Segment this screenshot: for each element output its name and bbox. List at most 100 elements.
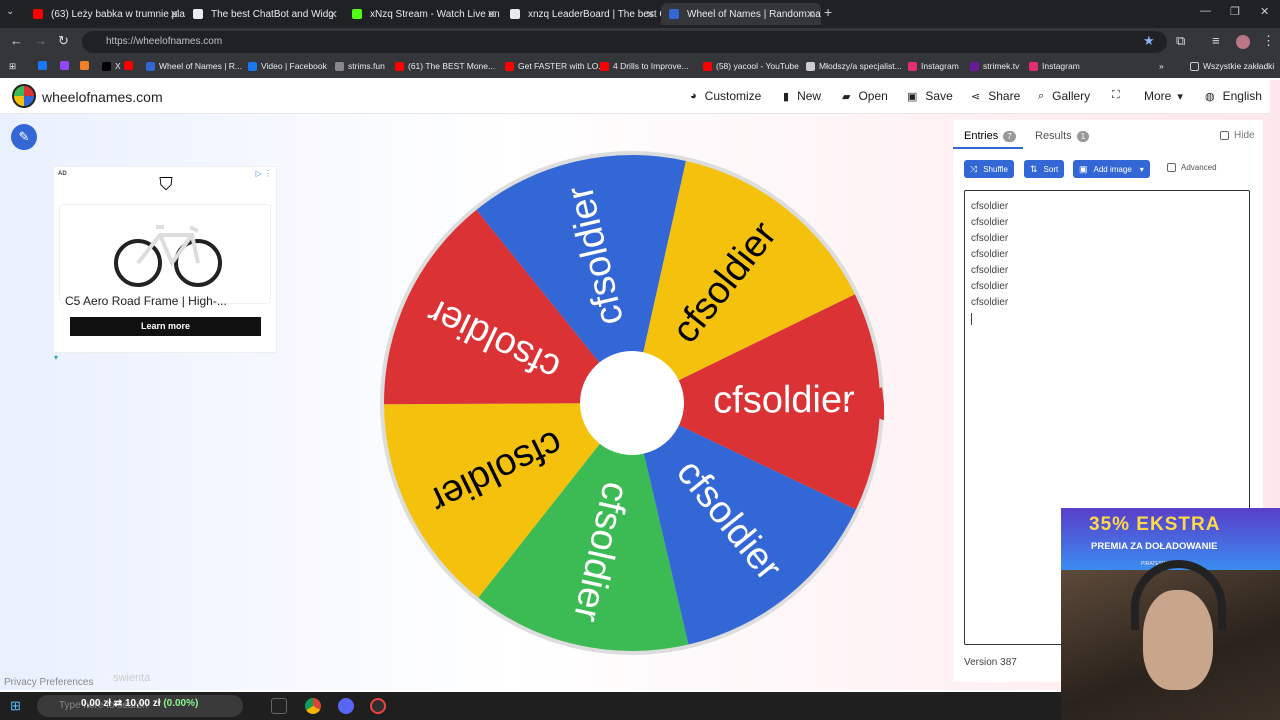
url-input[interactable]: https://wheelofnames.com <box>82 31 1167 53</box>
reload-icon[interactable]: ↻ <box>58 33 69 49</box>
close-window-icon[interactable]: ✕ <box>1260 5 1269 18</box>
minimize-icon[interactable]: — <box>1200 5 1211 17</box>
open-menu-button[interactable]: ▰ Open <box>842 89 888 103</box>
terminal-icon[interactable] <box>271 698 287 714</box>
gallery-menu-button[interactable]: ⌕ Gallery <box>1038 89 1090 103</box>
bookmark-label: strimek.tv <box>983 61 1020 71</box>
apps-icon[interactable]: ⊞ <box>9 61 16 72</box>
entry-line[interactable]: cfsoldier <box>971 215 1243 231</box>
promo-headline: 35% EKSTRA <box>1089 514 1221 535</box>
wheel-center[interactable] <box>580 351 684 455</box>
bookmark-favicon-icon <box>1029 61 1038 71</box>
tab-favicon-icon <box>669 9 679 19</box>
browser-tab[interactable]: (63) Leży babka w trumnie plac ✕ <box>25 3 185 25</box>
entry-line[interactable]: cfsoldier <box>971 231 1243 247</box>
tab-favicon-icon <box>33 9 43 19</box>
bookmark-item[interactable]: Młodszy/a specjalist... <box>806 61 902 71</box>
advanced-checkbox[interactable]: Advanced <box>1167 163 1217 172</box>
ad-choices-icon[interactable]: ▷ ⋮ <box>256 169 272 178</box>
more-menu-button[interactable]: More ▾ <box>1144 89 1183 103</box>
bookmark-favicon-icon <box>505 61 514 71</box>
sort-button[interactable]: ⇅ Sort <box>1024 160 1065 178</box>
fullscreen-button[interactable]: ⛶ <box>1112 89 1128 102</box>
browser-menu-icon[interactable]: ⋮ <box>1262 33 1275 49</box>
browser-tab[interactable]: Wheel of Names | Random nam ✕ <box>661 3 821 25</box>
bookmark-item[interactable] <box>124 61 137 70</box>
ad-banner[interactable]: AD ▷ ⋮ ⛉ C5 Aero Road Frame | High-... L… <box>53 166 277 362</box>
bookmark-item[interactable]: Video | Facebook <box>248 61 327 71</box>
save-menu-button[interactable]: ▣ Save <box>907 89 953 103</box>
bookmark-item[interactable]: Wheel of Names | R... <box>146 61 242 71</box>
wheel[interactable]: cfsoldiercfsoldiercfsoldiercfsoldiercfso… <box>380 147 884 659</box>
tab-results[interactable]: Results 1 <box>1035 130 1090 142</box>
bookmark-item[interactable]: Get FASTER with LO... <box>505 61 605 71</box>
extensions-icon[interactable]: ⧉ <box>1176 33 1185 49</box>
bookmark-item[interactable]: (58) yacool - YouTube <box>703 61 799 71</box>
all-bookmarks[interactable]: Wszystkie zakładki <box>1190 61 1274 71</box>
bookmark-star-icon[interactable]: ★ <box>1143 33 1155 49</box>
bookmark-favicon-icon <box>600 61 609 71</box>
fullscreen-icon: ⛶ <box>1112 89 1120 101</box>
close-tab-icon[interactable]: ✕ <box>170 8 179 21</box>
hide-label: Hide <box>1234 130 1255 141</box>
discord-icon[interactable] <box>338 698 354 714</box>
bookmark-item[interactable]: Instagram <box>908 61 959 71</box>
entry-line[interactable]: cfsoldier <box>971 279 1243 295</box>
taskbar-search[interactable]: Type here to search 0,00 zł ⇄ 10,00 zł (… <box>37 695 243 717</box>
entry-line[interactable]: cfsoldier <box>971 263 1243 279</box>
bookmark-item[interactable] <box>80 61 93 70</box>
shuffle-button[interactable]: ⤨ Shuffle <box>964 160 1014 178</box>
entry-line[interactable]: cfsoldier <box>971 295 1243 311</box>
bookmark-item[interactable]: strims.fun <box>335 61 385 71</box>
obs-icon[interactable] <box>370 698 386 714</box>
bookmark-item[interactable] <box>38 61 51 70</box>
bookmark-item[interactable]: 4 Drills to Improve... <box>600 61 689 71</box>
hide-checkbox-box[interactable] <box>1220 131 1229 140</box>
close-tab-icon[interactable]: ✕ <box>329 8 338 21</box>
close-tab-icon[interactable]: ✕ <box>487 8 496 21</box>
edit-pencil-button[interactable]: ✎ <box>11 124 37 150</box>
bookmark-item[interactable]: strimek.tv <box>970 61 1019 71</box>
windows-start-icon[interactable]: ⊞ <box>10 698 21 714</box>
profile-avatar[interactable] <box>1236 35 1250 49</box>
add-image-button[interactable]: ▣ Add image ▾ <box>1073 160 1150 178</box>
hide-checkbox[interactable]: Hide <box>1220 130 1255 141</box>
browser-tab[interactable]: xnzq LeaderBoard | The best Ch ✕ <box>502 3 661 25</box>
ad-feedback-icon[interactable]: ▾ <box>54 353 58 362</box>
learn-more-button[interactable]: Learn more <box>70 317 261 336</box>
bookmark-item[interactable]: Instagram <box>1029 61 1080 71</box>
privacy-preferences-link[interactable]: Privacy Preferences <box>4 677 93 688</box>
english-menu-button[interactable]: ◍ English <box>1205 89 1262 103</box>
menu-label: Gallery <box>1052 89 1091 103</box>
bookmark-label: Get FASTER with LO... <box>518 61 606 71</box>
bookmark-item[interactable]: (61) The BEST Mone... <box>395 61 495 71</box>
advanced-checkbox-box[interactable] <box>1167 163 1176 172</box>
bookmark-item[interactable]: X <box>102 61 121 71</box>
chrome-icon[interactable] <box>305 698 321 714</box>
more-bookmarks-icon[interactable]: » <box>1159 61 1164 71</box>
new-menu-button[interactable]: ▮ New <box>783 89 821 103</box>
entry-line[interactable]: cfsoldier <box>971 247 1243 263</box>
forward-icon[interactable]: → <box>34 33 47 48</box>
site-brand[interactable]: wheelofnames.com <box>42 89 163 105</box>
bookmark-item[interactable] <box>60 61 73 70</box>
media-icon[interactable]: ≡ <box>1212 33 1220 48</box>
bike-image[interactable] <box>59 204 271 304</box>
bookmark-label: Młodszy/a specjalist... <box>819 61 902 71</box>
restore-icon[interactable]: ❐ <box>1230 5 1240 18</box>
close-tab-icon[interactable]: ✕ <box>646 8 655 21</box>
entry-line[interactable]: cfsoldier <box>971 199 1243 215</box>
ad-title[interactable]: C5 Aero Road Frame | High-... <box>65 294 227 308</box>
bookmark-label: Instagram <box>1042 61 1080 71</box>
new-tab-button[interactable]: + <box>824 4 832 20</box>
logo-icon[interactable] <box>12 84 36 108</box>
bookmark-label: X <box>115 61 121 71</box>
tab-entries[interactable]: Entries 7 <box>964 130 1016 142</box>
browser-tab[interactable]: The best ChatBot and Widg ✕ <box>185 3 344 25</box>
back-icon[interactable]: ← <box>10 33 23 48</box>
tab-search-icon[interactable]: ⌄ <box>6 6 14 17</box>
share-menu-button[interactable]: ⋖ Share <box>971 89 1020 103</box>
customize-menu-button[interactable]: ◕ Customize <box>690 89 761 103</box>
browser-tab[interactable]: xNzq Stream - Watch Live on K ✕ <box>344 3 502 25</box>
close-tab-icon[interactable]: ✕ <box>806 8 815 21</box>
